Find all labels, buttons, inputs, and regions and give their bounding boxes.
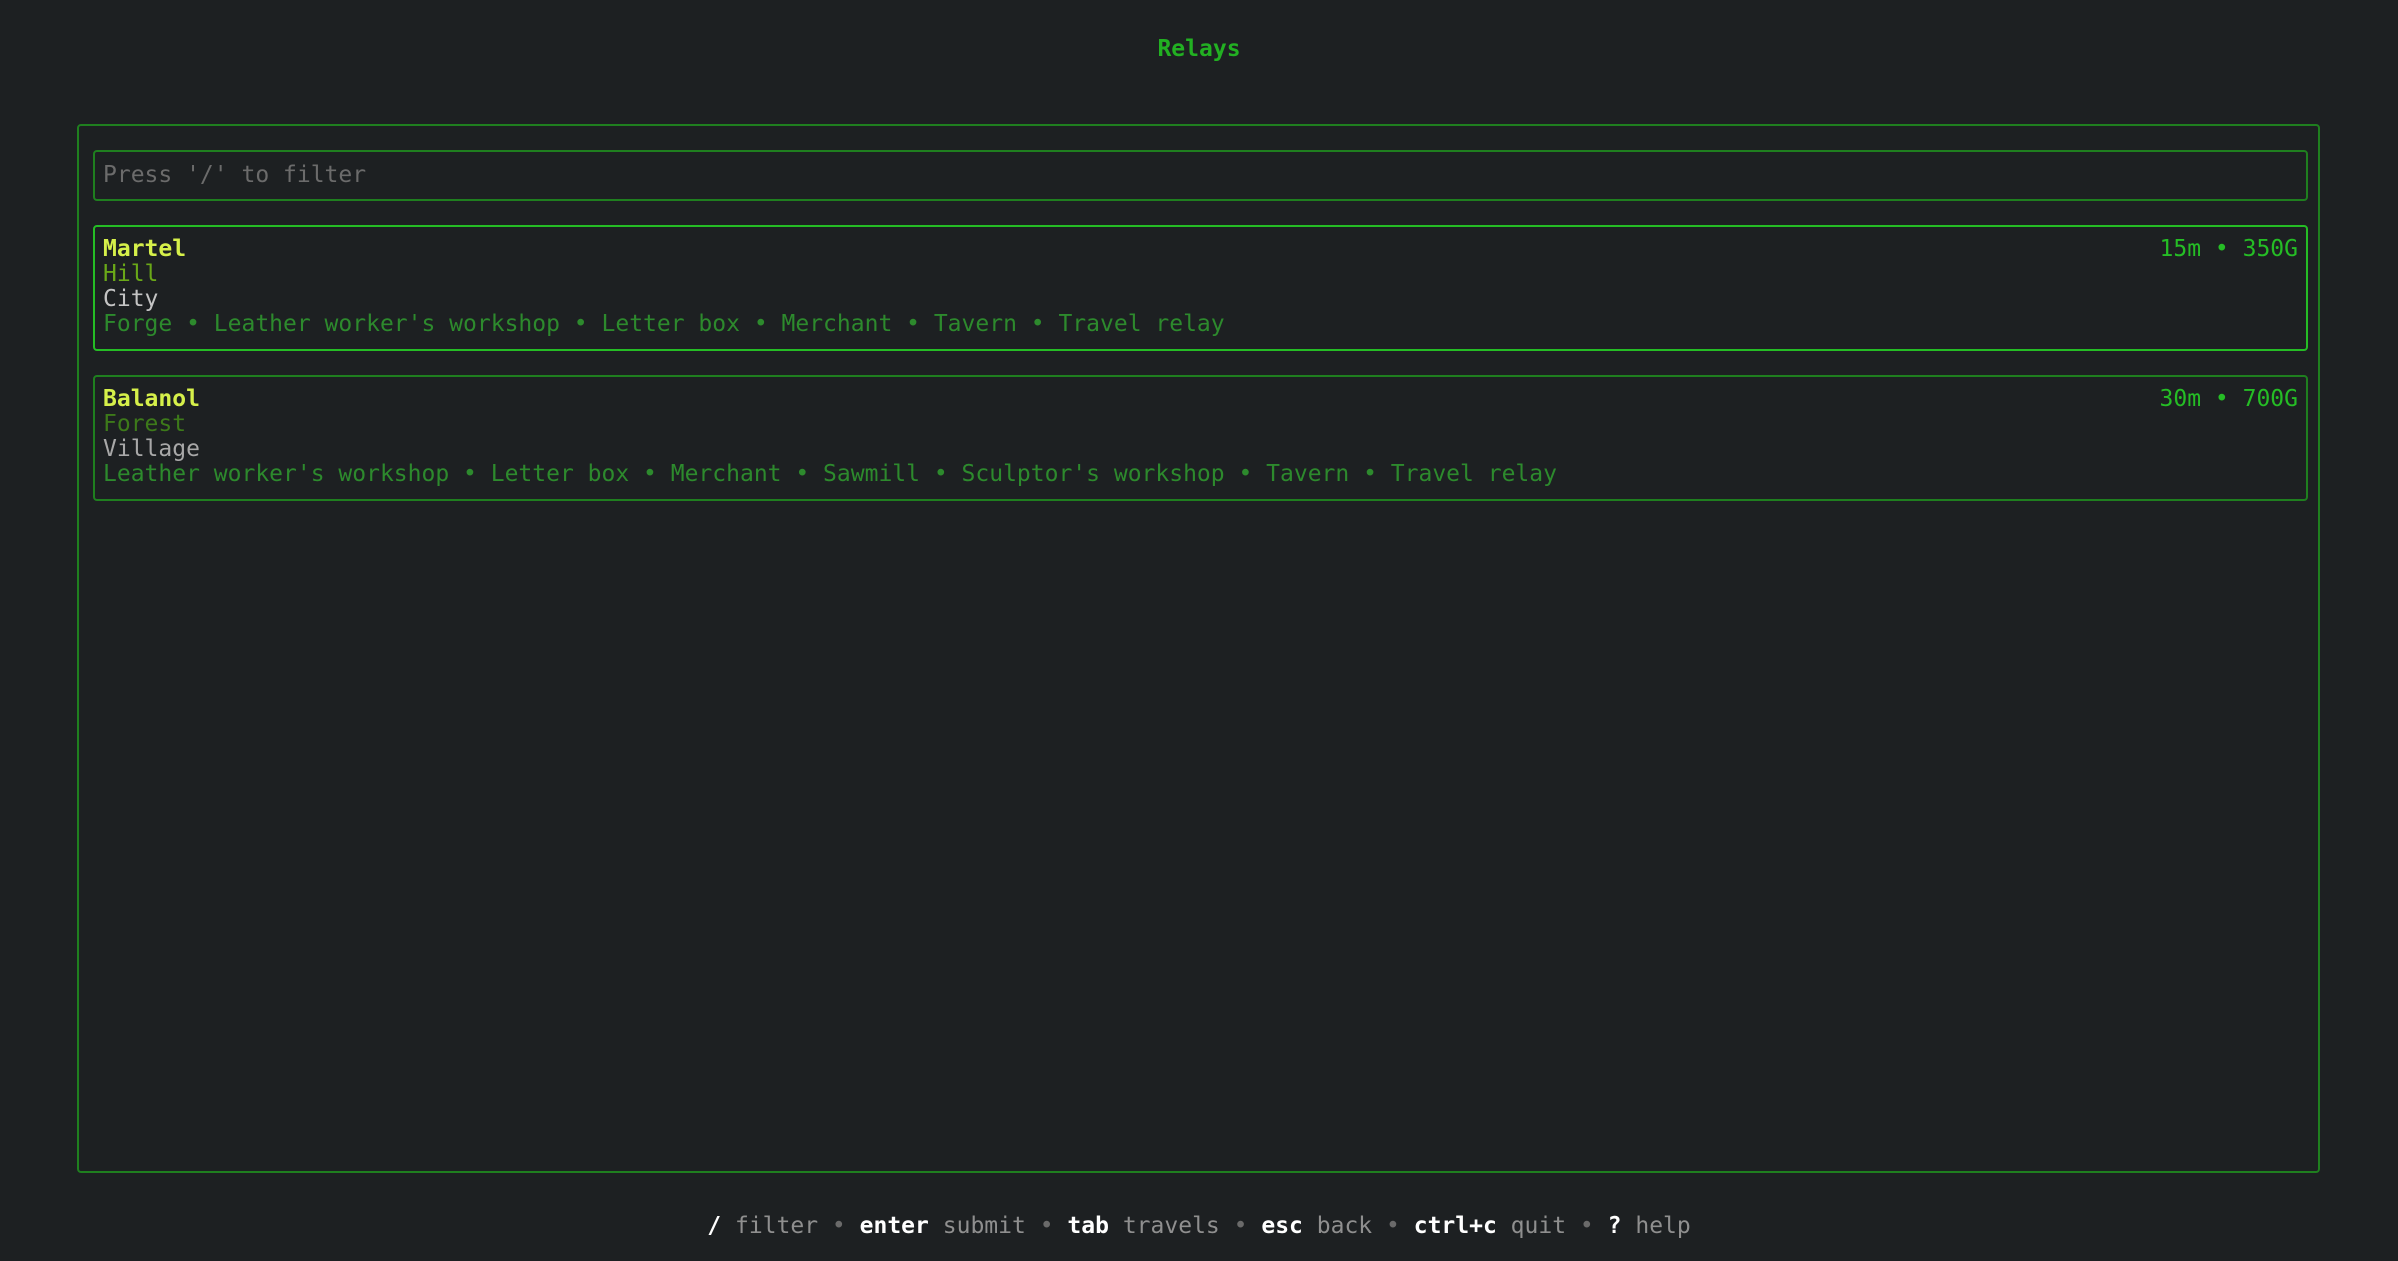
relay-card-balanol[interactable]: Balanol Forest Village Leather worker's … [93, 375, 2308, 501]
relay-travel-cost: 15m • 350G [2159, 236, 2298, 262]
separator: • [1579, 1213, 1594, 1239]
key-quit[interactable]: ctrl+c [1414, 1213, 1497, 1239]
key-help[interactable]: ? [1608, 1213, 1622, 1239]
relay-terrain: Hill [103, 261, 159, 287]
separator: • [1233, 1213, 1248, 1239]
separator: • [1386, 1213, 1400, 1239]
key-submit-label: submit [942, 1213, 1026, 1239]
relay-list-panel: Press '/' to filter Martel Hill City For… [77, 124, 2320, 1173]
key-filter[interactable]: / [707, 1213, 721, 1239]
relay-facilities: Forge • Leather worker's workshop • Lett… [103, 311, 1225, 337]
page-title: Relays [1157, 36, 1241, 62]
relay-travel-cost: 30m • 700G [2159, 386, 2298, 412]
relay-kind: City [103, 286, 159, 312]
key-back-label: back [1316, 1213, 1373, 1239]
keybinding-help-bar: / filter • enter submit • tab travels • … [0, 1211, 2398, 1241]
filter-input[interactable]: Press '/' to filter [93, 150, 2308, 201]
relay-facilities: Leather worker's workshop • Letter box •… [103, 461, 1557, 487]
relay-name: Balanol [103, 386, 200, 412]
key-back[interactable]: esc [1261, 1213, 1303, 1239]
key-travels-label: travels [1122, 1213, 1220, 1239]
relay-name: Martel [103, 236, 187, 262]
relay-kind: Village [103, 436, 200, 462]
key-help-label: help [1635, 1213, 1691, 1239]
separator: • [1039, 1213, 1054, 1239]
key-submit[interactable]: enter [860, 1213, 929, 1239]
relay-card-martel[interactable]: Martel Hill City Forge • Leather worker'… [93, 225, 2308, 351]
separator: • [831, 1213, 846, 1239]
key-quit-label: quit [1510, 1213, 1567, 1239]
key-travels[interactable]: tab [1067, 1213, 1109, 1239]
key-filter-label: filter [734, 1213, 819, 1239]
relay-terrain: Forest [103, 411, 187, 437]
